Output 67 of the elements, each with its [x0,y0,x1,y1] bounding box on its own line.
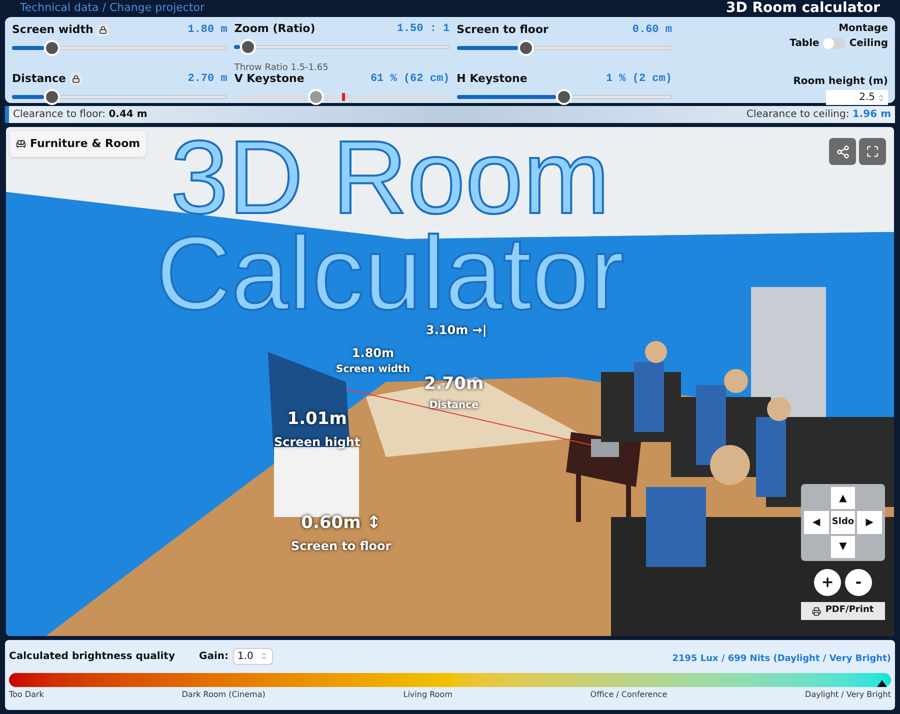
slider-reading: 0.60 m [632,22,672,38]
overlay-title: 3D Room [170,131,610,227]
slider-reading: 61 % (62 cm) [370,72,450,87]
room-height-field[interactable]: 2.5 [826,90,888,105]
sofa-icon [16,139,26,149]
slider-thumb[interactable] [308,89,324,105]
gain-label: Gain: [199,650,229,664]
clearance-ceiling-text: Clearance to ceiling: 1.96 m [746,108,891,122]
slider-reading: 1.80 m [188,22,228,38]
furniture-room-button[interactable]: Furniture & Room [10,131,146,157]
brightness-reading: 2195 Lux / 699 Nits (Daylight / Very Bright) [672,653,891,666]
overlay-title: Calculator [156,226,624,322]
slider-thumb[interactable] [44,40,60,56]
scale-label: Daylight / Very Bright [805,689,891,701]
measurement-value: 0.60m ↕ [301,512,381,535]
nav-center-button[interactable]: Sldo [830,511,856,534]
spinner-icon [260,652,268,660]
measurement-caption: Screen width [336,363,410,377]
measurement-value: 3.10m →| [426,322,487,339]
lock-icon[interactable] [70,73,82,85]
slider-track[interactable] [234,38,450,54]
slider-thumb[interactable] [44,89,60,105]
measurement-value: 2.70m [424,373,484,396]
montage-label: Montage [838,22,888,36]
slider-thumb[interactable] [240,38,256,54]
share-icon [836,144,850,158]
slider-label: Distance [12,70,66,87]
keystone-limit-marker [342,93,345,101]
fullscreen-button[interactable] [859,138,886,165]
nav-down-button[interactable]: ▼ [830,536,856,558]
measurement-value: 1.01m [287,408,347,431]
nav-up-button[interactable]: ▲ [830,487,856,510]
share-button[interactable] [829,138,856,165]
app-title: 3D Room calculator [726,0,880,18]
measurement-value: 1.80m [352,345,394,362]
ceiling-option: Ceiling [849,36,888,51]
printer-icon [812,606,822,616]
breadcrumb-link[interactable]: Technical data / Change projector [20,0,205,17]
brightness-label: Calculated brightness quality [9,650,176,664]
slider-reading: 2.70 m [188,72,228,87]
slider-label: H Keystone [456,70,528,87]
slider-label: Zoom (Ratio) [234,21,316,37]
lock-icon[interactable] [97,24,110,36]
room-height-label: Room height (m) [793,75,888,89]
slider-thumb[interactable] [518,40,534,56]
slider-track[interactable] [12,40,228,56]
gain-field[interactable]: 1.0 [232,648,273,664]
scale-label: Dark Room (Cinema) [182,689,266,701]
clearance-floor-text: Clearance to floor: 0.44 m [13,108,148,122]
table-option: Table [790,36,820,51]
measurement-caption: Distance [429,398,478,412]
slider-label: Screen width [12,22,94,38]
slider-label: Screen to floor [456,22,548,38]
slider-reading: 1 % (2 cm) [606,72,672,87]
nav-left-button[interactable]: ◀ [804,511,829,534]
measurement-caption: Screen to floor [291,538,392,554]
slider-track[interactable] [456,40,672,56]
fullscreen-icon [866,145,879,158]
pdf-print-button[interactable]: PDF/Print [801,602,885,620]
nav-right-button[interactable]: ▶ [857,511,882,534]
scale-label: Too Dark [9,689,44,701]
spinner-icon [877,94,885,102]
scale-label: Office / Conference [590,689,668,701]
slider-thumb[interactable] [556,89,572,105]
scale-label: Living Room [403,689,452,701]
montage-toggle[interactable] [823,38,846,49]
slider-reading: 1.50 : 1 [396,22,450,37]
